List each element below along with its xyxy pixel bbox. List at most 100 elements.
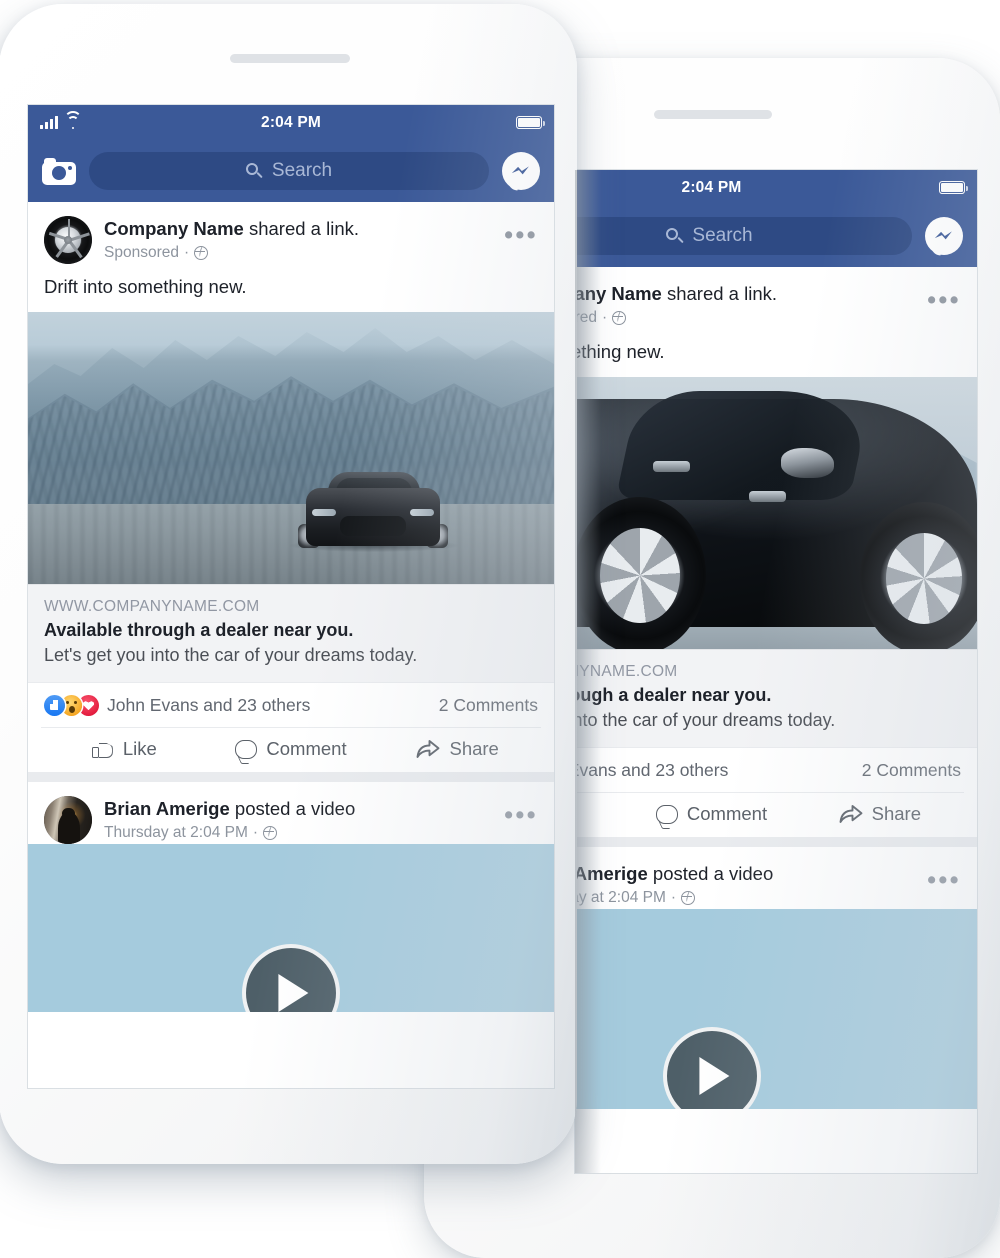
comment-button-right[interactable]: Comment — [627, 803, 795, 825]
post-timestamp-2-right: Thursday at 2:04 PM — [575, 889, 666, 907]
post-meta-2-left: Brian Amerige posted a video Thursday at… — [104, 796, 504, 842]
post-action-bar-right: Like Comment Share — [575, 792, 964, 837]
globe-icon — [612, 311, 626, 325]
status-right-icons-left — [516, 116, 542, 129]
comment-label-right: Comment — [687, 803, 767, 825]
video-player-right[interactable] — [575, 909, 977, 1109]
comment-bubble-icon — [235, 740, 257, 759]
thumbs-up-icon — [92, 738, 114, 760]
post-sponsored-label-right: Sponsored — [575, 309, 597, 327]
post-action-left: shared a link. — [249, 218, 359, 239]
link-title-right: Available through a dealer near you. — [575, 685, 961, 706]
post-sponsored-label-left: Sponsored — [104, 244, 179, 262]
link-description-right: Let's get you into the car of your dream… — [575, 710, 961, 731]
post-meta-right: Company Name shared a link. Sponsored · — [575, 281, 927, 327]
status-bar-left: 2:04 PM — [28, 105, 554, 140]
comment-count-right[interactable]: 2 Comments — [852, 760, 961, 781]
comment-count-left[interactable]: 2 Comments — [429, 695, 538, 716]
like-reaction-icon — [44, 695, 65, 716]
reactors-label-right[interactable]: John Evans and 23 others — [575, 760, 728, 781]
post-meta-left: Company Name shared a link. Sponsored · — [104, 216, 504, 262]
post-media-left[interactable] — [28, 312, 554, 584]
search-placeholder-left: Search — [272, 160, 332, 182]
link-preview-card-right[interactable]: WWW.COMPANYNAME.COM Available through a … — [575, 649, 977, 747]
more-options-icon[interactable]: ••• — [504, 216, 538, 243]
post-author-right[interactable]: Company Name — [575, 283, 662, 304]
phone-screen-left: 2:04 PM Search — [28, 105, 554, 1088]
devices-stage: 2:04 PM Search — [0, 0, 1000, 1254]
search-input-left[interactable]: Search — [89, 152, 489, 190]
reactors-label-left[interactable]: John Evans and 23 others — [107, 695, 310, 716]
feed-right: 2:04 PM Search — [575, 170, 977, 1109]
feed-separator-right — [575, 837, 977, 847]
camera-icon[interactable] — [42, 158, 76, 185]
post-body-right: Drift into something new. — [575, 329, 977, 377]
link-url-right: WWW.COMPANYNAME.COM — [575, 663, 961, 681]
like-button-left[interactable]: Like — [41, 738, 208, 760]
messenger-icon[interactable] — [502, 152, 540, 190]
post-author-2-right[interactable]: Brian Amerige — [575, 863, 648, 884]
post-media-right[interactable] — [575, 377, 977, 649]
phone-screen-right: 2:04 PM Search — [575, 170, 977, 1173]
feed-separator-left — [28, 772, 554, 782]
post-header-2-left: Brian Amerige posted a video Thursday at… — [28, 782, 554, 844]
status-bar-right: 2:04 PM — [575, 170, 977, 205]
comment-bubble-icon — [656, 805, 678, 824]
nav-bar-left: Search — [28, 140, 554, 202]
comment-label-left: Comment — [266, 738, 346, 760]
post-author-2-left[interactable]: Brian Amerige — [104, 798, 230, 819]
post-header-2-right: Brian Amerige posted a video Thursday at… — [575, 847, 977, 909]
globe-icon — [263, 826, 277, 840]
post-action-2-right: posted a video — [653, 863, 773, 884]
reaction-counts-left: John Evans and 23 others 2 Comments — [28, 682, 554, 727]
more-options-icon[interactable]: ••• — [504, 796, 538, 823]
reaction-icons-left[interactable] — [44, 695, 95, 716]
link-description-left: Let's get you into the car of your dream… — [44, 645, 538, 666]
share-arrow-icon — [416, 739, 440, 759]
post-action-2-left: posted a video — [235, 798, 355, 819]
share-button-right[interactable]: Share — [796, 803, 964, 825]
earpiece-speaker-right — [654, 110, 772, 119]
post-video-right: Brian Amerige posted a video Thursday at… — [575, 847, 977, 1109]
status-time-right: 2:04 PM — [575, 179, 977, 197]
battery-icon — [939, 181, 965, 194]
comment-button-left[interactable]: Comment — [208, 738, 375, 760]
post-author-left[interactable]: Company Name — [104, 218, 244, 239]
post-header-right: Company Name shared a link. Sponsored · … — [575, 267, 977, 329]
share-button-left[interactable]: Share — [374, 738, 541, 760]
globe-icon — [681, 891, 695, 905]
status-time-left: 2:04 PM — [28, 114, 554, 132]
post-sponsored-left: Company Name shared a link. Sponsored · … — [28, 202, 554, 772]
post-sponsored-right: Company Name shared a link. Sponsored · … — [575, 267, 977, 837]
play-button-icon[interactable] — [663, 1027, 761, 1109]
messenger-icon[interactable] — [925, 217, 963, 255]
reaction-counts-right: John Evans and 23 others 2 Comments — [575, 747, 977, 792]
search-icon — [246, 163, 263, 180]
video-player-left[interactable] — [28, 844, 554, 1012]
phone-device-left: 2:04 PM Search — [0, 4, 577, 1164]
like-label-left: Like — [123, 738, 157, 760]
like-button-right[interactable]: Like — [575, 803, 627, 825]
share-label-right: Share — [872, 803, 921, 825]
post-timestamp-2-left: Thursday at 2:04 PM — [104, 824, 248, 842]
search-icon — [666, 228, 683, 245]
nav-bar-right: Search — [575, 205, 977, 267]
search-placeholder-right: Search — [692, 225, 752, 247]
link-title-left: Available through a dealer near you. — [44, 620, 538, 641]
globe-icon — [194, 246, 208, 260]
wheel-avatar[interactable] — [44, 216, 92, 264]
more-options-icon[interactable]: ••• — [927, 861, 961, 888]
post-header-left: Company Name shared a link. Sponsored · … — [28, 202, 554, 264]
post-meta-2-right: Brian Amerige posted a video Thursday at… — [575, 861, 927, 907]
post-action-right: shared a link. — [667, 283, 777, 304]
person-avatar[interactable] — [44, 796, 92, 844]
link-url-left: WWW.COMPANYNAME.COM — [44, 598, 538, 616]
play-button-icon[interactable] — [242, 944, 340, 1012]
more-options-icon[interactable]: ••• — [927, 281, 961, 308]
link-preview-card-left[interactable]: WWW.COMPANYNAME.COM Available through a … — [28, 584, 554, 682]
status-right-icons-right — [939, 181, 965, 194]
share-arrow-icon — [839, 804, 863, 824]
share-label-left: Share — [449, 738, 498, 760]
search-input-right[interactable]: Search — [575, 217, 912, 255]
post-video-left: Brian Amerige posted a video Thursday at… — [28, 782, 554, 1012]
